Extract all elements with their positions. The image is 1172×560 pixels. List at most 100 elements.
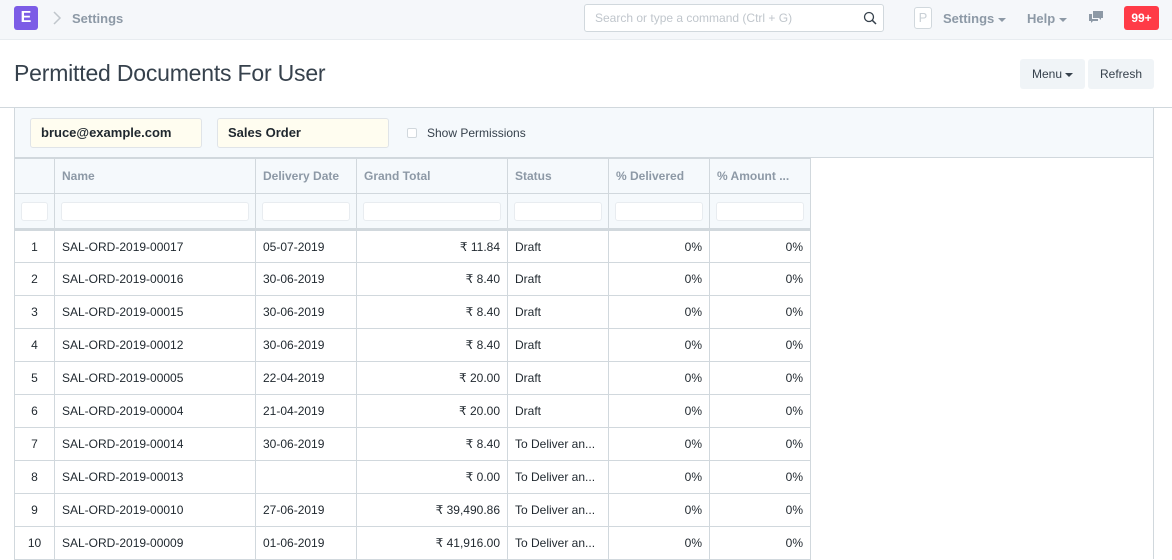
settings-dropdown[interactable]: Settings <box>943 11 1007 26</box>
col-header-pct-delivered[interactable]: % Delivered <box>608 158 710 194</box>
cell-name[interactable]: SAL-ORD-2019-00013 <box>54 460 256 494</box>
cell-grand-total[interactable]: ₹ 8.40 <box>356 262 508 296</box>
row-index[interactable]: 7 <box>14 427 55 461</box>
filter-index[interactable] <box>21 201 48 221</box>
cell-name[interactable]: SAL-ORD-2019-00005 <box>54 361 256 395</box>
cell-name[interactable]: SAL-ORD-2019-00015 <box>54 295 256 329</box>
cell-delivery-date[interactable]: 30-06-2019 <box>255 262 357 296</box>
cell-grand-total[interactable]: ₹ 41,916.00 <box>356 526 508 560</box>
row-index[interactable]: 6 <box>14 394 55 428</box>
cell-pct-amount[interactable]: 0% <box>709 427 811 461</box>
row-index[interactable]: 3 <box>14 295 55 329</box>
cell-status[interactable]: Draft <box>507 361 609 395</box>
refresh-button[interactable]: Refresh <box>1088 59 1154 89</box>
cell-status[interactable]: Draft <box>507 394 609 428</box>
table-row[interactable]: 8 SAL-ORD-2019-00013 ₹ 0.00 To Deliver an..… <box>14 460 811 494</box>
cell-pct-amount[interactable]: 0% <box>709 295 811 329</box>
cell-pct-amount[interactable]: 0% <box>709 526 811 560</box>
filter-name[interactable] <box>61 201 249 221</box>
cell-grand-total[interactable]: ₹ 0.00 <box>356 460 508 494</box>
table-row[interactable]: 3 SAL-ORD-2019-00015 30-06-2019 ₹ 8.40 Draft… <box>14 295 811 329</box>
search-input[interactable] <box>585 5 855 31</box>
cell-status[interactable]: To Deliver an... <box>507 427 609 461</box>
help-dropdown[interactable]: Help <box>1027 11 1068 26</box>
cell-delivery-date[interactable]: 22-04-2019 <box>255 361 357 395</box>
table-row[interactable]: 9 SAL-ORD-2019-00010 27-06-2019 ₹ 39,490.86… <box>14 493 811 527</box>
app-logo[interactable]: E <box>14 6 38 30</box>
cell-delivery-date[interactable]: 05-07-2019 <box>255 229 357 263</box>
cell-pct-amount[interactable]: 0% <box>709 262 811 296</box>
cell-delivery-date[interactable]: 01-06-2019 <box>255 526 357 560</box>
row-index[interactable]: 10 <box>14 526 55 560</box>
show-permissions-label[interactable]: Show Permissions <box>427 126 526 140</box>
cell-pct-delivered[interactable]: 0% <box>608 427 710 461</box>
cell-pct-delivered[interactable]: 0% <box>608 328 710 362</box>
doctype-filter[interactable]: Sales Order <box>217 118 389 148</box>
avatar[interactable]: P <box>914 7 932 29</box>
table-row[interactable]: 2 SAL-ORD-2019-00016 30-06-2019 ₹ 8.40 Draft… <box>14 262 811 296</box>
cell-pct-amount[interactable]: 0% <box>709 361 811 395</box>
cell-pct-delivered[interactable]: 0% <box>608 460 710 494</box>
cell-delivery-date[interactable]: 30-06-2019 <box>255 427 357 461</box>
table-row[interactable]: 7 SAL-ORD-2019-00014 30-06-2019 ₹ 8.40 To De… <box>14 427 811 461</box>
cell-delivery-date[interactable]: 30-06-2019 <box>255 328 357 362</box>
cell-grand-total[interactable]: ₹ 8.40 <box>356 295 508 329</box>
table-row[interactable]: 10 SAL-ORD-2019-00009 01-06-2019 ₹ 41,916.0… <box>14 526 811 560</box>
cell-status[interactable]: Draft <box>507 229 609 263</box>
col-header-delivery-date[interactable]: Delivery Date <box>255 158 357 194</box>
menu-button[interactable]: Menu <box>1020 59 1085 89</box>
table-row[interactable]: 4 SAL-ORD-2019-00012 30-06-2019 ₹ 8.40 Draft… <box>14 328 811 362</box>
show-permissions-checkbox[interactable] <box>407 128 417 138</box>
cell-pct-amount[interactable]: 0% <box>709 460 811 494</box>
filter-delivery-date[interactable] <box>262 201 350 221</box>
row-index[interactable]: 4 <box>14 328 55 362</box>
cell-pct-amount[interactable]: 0% <box>709 394 811 428</box>
cell-pct-delivered[interactable]: 0% <box>608 361 710 395</box>
cell-status[interactable]: Draft <box>507 328 609 362</box>
cell-grand-total[interactable]: ₹ 11.84 <box>356 229 508 263</box>
cell-delivery-date[interactable] <box>255 460 357 494</box>
cell-status[interactable]: To Deliver an... <box>507 460 609 494</box>
cell-pct-delivered[interactable]: 0% <box>608 229 710 263</box>
cell-pct-amount[interactable]: 0% <box>709 493 811 527</box>
cell-pct-delivered[interactable]: 0% <box>608 295 710 329</box>
cell-status[interactable]: Draft <box>507 262 609 296</box>
user-filter[interactable]: bruce@example.com <box>30 118 202 148</box>
row-index[interactable]: 8 <box>14 460 55 494</box>
col-header-name[interactable]: Name <box>54 158 256 194</box>
row-index[interactable]: 5 <box>14 361 55 395</box>
table-row[interactable]: 5 SAL-ORD-2019-00005 22-04-2019 ₹ 20.00 Draf… <box>14 361 811 395</box>
breadcrumb-settings[interactable]: Settings <box>72 11 123 26</box>
chat-icon[interactable] <box>1088 10 1104 24</box>
cell-name[interactable]: SAL-ORD-2019-00017 <box>54 229 256 263</box>
cell-grand-total[interactable]: ₹ 8.40 <box>356 328 508 362</box>
col-header-status[interactable]: Status <box>507 158 609 194</box>
cell-name[interactable]: SAL-ORD-2019-00009 <box>54 526 256 560</box>
filter-grand-total[interactable] <box>363 201 501 221</box>
table-row[interactable]: 6 SAL-ORD-2019-00004 21-04-2019 ₹ 20.00 Draf… <box>14 394 811 428</box>
notifications-badge[interactable]: 99+ <box>1124 6 1159 30</box>
cell-status[interactable]: Draft <box>507 295 609 329</box>
col-header-grand-total[interactable]: Grand Total <box>356 158 508 194</box>
table-row[interactable]: 1 SAL-ORD-2019-00017 05-07-2019 ₹ 11.84 Draf… <box>14 229 811 263</box>
cell-name[interactable]: SAL-ORD-2019-00016 <box>54 262 256 296</box>
cell-name[interactable]: SAL-ORD-2019-00014 <box>54 427 256 461</box>
row-index[interactable]: 9 <box>14 493 55 527</box>
row-index[interactable]: 2 <box>14 262 55 296</box>
cell-pct-delivered[interactable]: 0% <box>608 394 710 428</box>
cell-name[interactable]: SAL-ORD-2019-00012 <box>54 328 256 362</box>
awesomebar[interactable] <box>584 4 884 32</box>
cell-delivery-date[interactable]: 21-04-2019 <box>255 394 357 428</box>
row-index[interactable]: 1 <box>14 229 55 263</box>
col-header-pct-amount[interactable]: % Amount ... <box>709 158 811 194</box>
cell-name[interactable]: SAL-ORD-2019-00004 <box>54 394 256 428</box>
cell-pct-amount[interactable]: 0% <box>709 229 811 263</box>
cell-pct-delivered[interactable]: 0% <box>608 493 710 527</box>
cell-status[interactable]: To Deliver an... <box>507 493 609 527</box>
cell-delivery-date[interactable]: 27-06-2019 <box>255 493 357 527</box>
cell-grand-total[interactable]: ₹ 8.40 <box>356 427 508 461</box>
filter-pct-delivered[interactable] <box>615 201 703 221</box>
cell-grand-total[interactable]: ₹ 20.00 <box>356 394 508 428</box>
cell-pct-delivered[interactable]: 0% <box>608 526 710 560</box>
filter-status[interactable] <box>514 201 602 221</box>
